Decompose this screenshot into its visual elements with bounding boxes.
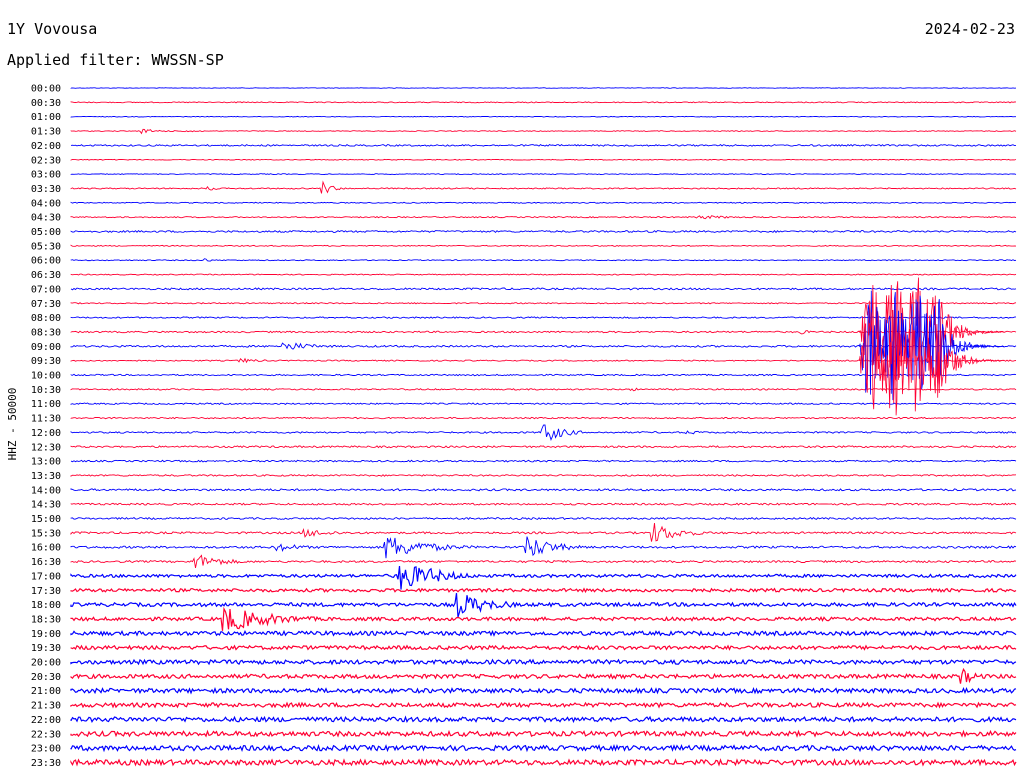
time-label-0000: 00:00 <box>31 84 61 95</box>
time-label-1400: 14:00 <box>31 485 61 496</box>
time-label-2000: 20:00 <box>31 658 61 669</box>
time-label-1530: 15:30 <box>31 528 61 539</box>
trace-row-2130 <box>70 701 1017 709</box>
time-label-0300: 03:00 <box>31 170 61 181</box>
trace-row-1400 <box>70 488 1017 492</box>
time-label-1300: 13:00 <box>31 457 61 468</box>
trace-row-1900 <box>70 629 1017 637</box>
trace-row-1300 <box>70 459 1017 463</box>
time-label-1200: 12:00 <box>31 428 61 439</box>
trace-row-0030 <box>70 101 1017 104</box>
time-label-group: 00:00 00:30 01:00 01:30 02:00 02:30 03:00 03:30… <box>31 84 61 769</box>
trace-row-0230 <box>70 158 1017 161</box>
time-label-0900: 09:00 <box>31 342 61 353</box>
trace-row-0730 <box>70 302 1017 305</box>
time-label-0330: 03:30 <box>31 184 61 195</box>
time-label-1230: 12:30 <box>31 442 61 453</box>
time-label-2200: 22:00 <box>31 715 61 726</box>
time-label-1900: 19:00 <box>31 629 61 640</box>
time-label-1600: 16:00 <box>31 543 61 554</box>
time-label-1000: 10:00 <box>31 371 61 382</box>
trace-row-1500 <box>70 516 1017 520</box>
time-label-2030: 20:30 <box>31 672 61 683</box>
trace-row-0700 <box>70 287 1017 291</box>
time-label-1700: 17:00 <box>31 571 61 582</box>
time-label-1430: 14:30 <box>31 500 61 511</box>
time-label-0930: 09:30 <box>31 356 61 367</box>
trace-row-2330 <box>70 757 1017 767</box>
time-label-1500: 15:00 <box>31 514 61 525</box>
trace-row-0200 <box>70 144 1016 147</box>
time-label-0600: 06:00 <box>31 256 61 267</box>
time-label-0430: 04:30 <box>31 213 61 224</box>
time-label-0630: 06:30 <box>31 270 61 281</box>
trace-row-1230 <box>70 445 1017 449</box>
y-axis-label: HHZ - 50000 <box>6 388 19 461</box>
trace-row-1000 <box>70 373 1017 377</box>
time-label-0800: 08:00 <box>31 313 61 324</box>
time-label-2230: 22:30 <box>31 729 61 740</box>
trace-row-0530 <box>70 244 1017 247</box>
time-label-1030: 10:30 <box>31 385 61 396</box>
time-label-0030: 00:30 <box>31 98 61 109</box>
trace-row-2030 <box>70 667 1017 684</box>
time-label-1130: 11:30 <box>31 414 61 425</box>
trace-row-0100 <box>70 115 1016 118</box>
time-label-0230: 02:30 <box>31 155 61 166</box>
time-label-0730: 07:30 <box>31 299 61 310</box>
time-label-2100: 21:00 <box>31 686 61 697</box>
trace-row-1830 <box>70 606 1017 631</box>
time-label-0100: 01:00 <box>31 112 61 123</box>
time-label-1800: 18:00 <box>31 600 61 611</box>
trace-row-0330 <box>70 180 1017 194</box>
trace-row-0130 <box>70 128 1017 135</box>
time-label-1330: 13:30 <box>31 471 61 482</box>
time-label-1930: 19:30 <box>31 643 61 654</box>
time-label-0500: 05:00 <box>31 227 61 238</box>
trace-row-1200 <box>70 424 1017 441</box>
trace-row-2230 <box>70 729 1017 738</box>
time-label-2330: 23:30 <box>31 758 61 769</box>
trace-row-1130 <box>70 416 1017 420</box>
time-label-0400: 04:00 <box>31 198 61 209</box>
time-label-0130: 01:30 <box>31 127 61 138</box>
time-label-1730: 17:30 <box>31 586 61 597</box>
trace-row-1800 <box>70 593 1017 618</box>
trace-row-1630 <box>70 554 1017 568</box>
trace-row-2300 <box>70 743 1017 753</box>
trace-row-0000 <box>70 87 1017 89</box>
time-label-0830: 08:30 <box>31 327 61 338</box>
trace-row-1600 <box>70 536 1017 559</box>
trace-row-2100 <box>70 687 1017 695</box>
trace-row-0500 <box>70 229 1017 234</box>
time-label-2130: 21:30 <box>31 701 61 712</box>
trace-group <box>70 87 1017 767</box>
time-label-0530: 05:30 <box>31 241 61 252</box>
time-label-1100: 11:00 <box>31 399 61 410</box>
trace-row-2000 <box>70 658 1017 666</box>
trace-row-1730 <box>70 587 1017 594</box>
trace-row-1530 <box>70 522 1017 542</box>
seismogram-plot: HHZ - 50000 00:00 00:30 01:00 01:30 02:00 02:… <box>6 84 1017 769</box>
trace-row-0600 <box>70 258 1017 262</box>
trace-row-2200 <box>70 715 1017 724</box>
time-label-1830: 18:30 <box>31 614 61 625</box>
trace-row-1430 <box>70 502 1017 506</box>
trace-row-1930 <box>70 644 1017 651</box>
time-label-0200: 02:00 <box>31 141 61 152</box>
time-label-1630: 16:30 <box>31 557 61 568</box>
trace-row-0430 <box>70 215 1017 220</box>
trace-row-0300 <box>70 173 1017 176</box>
trace-row-1700 <box>70 566 1017 590</box>
trace-row-0800 <box>70 316 1017 319</box>
trace-row-1330 <box>70 474 1017 477</box>
time-label-0700: 07:00 <box>31 284 61 295</box>
trace-row-0400 <box>70 201 1017 204</box>
time-label-2300: 23:00 <box>31 744 61 755</box>
trace-row-0630 <box>70 273 1017 276</box>
